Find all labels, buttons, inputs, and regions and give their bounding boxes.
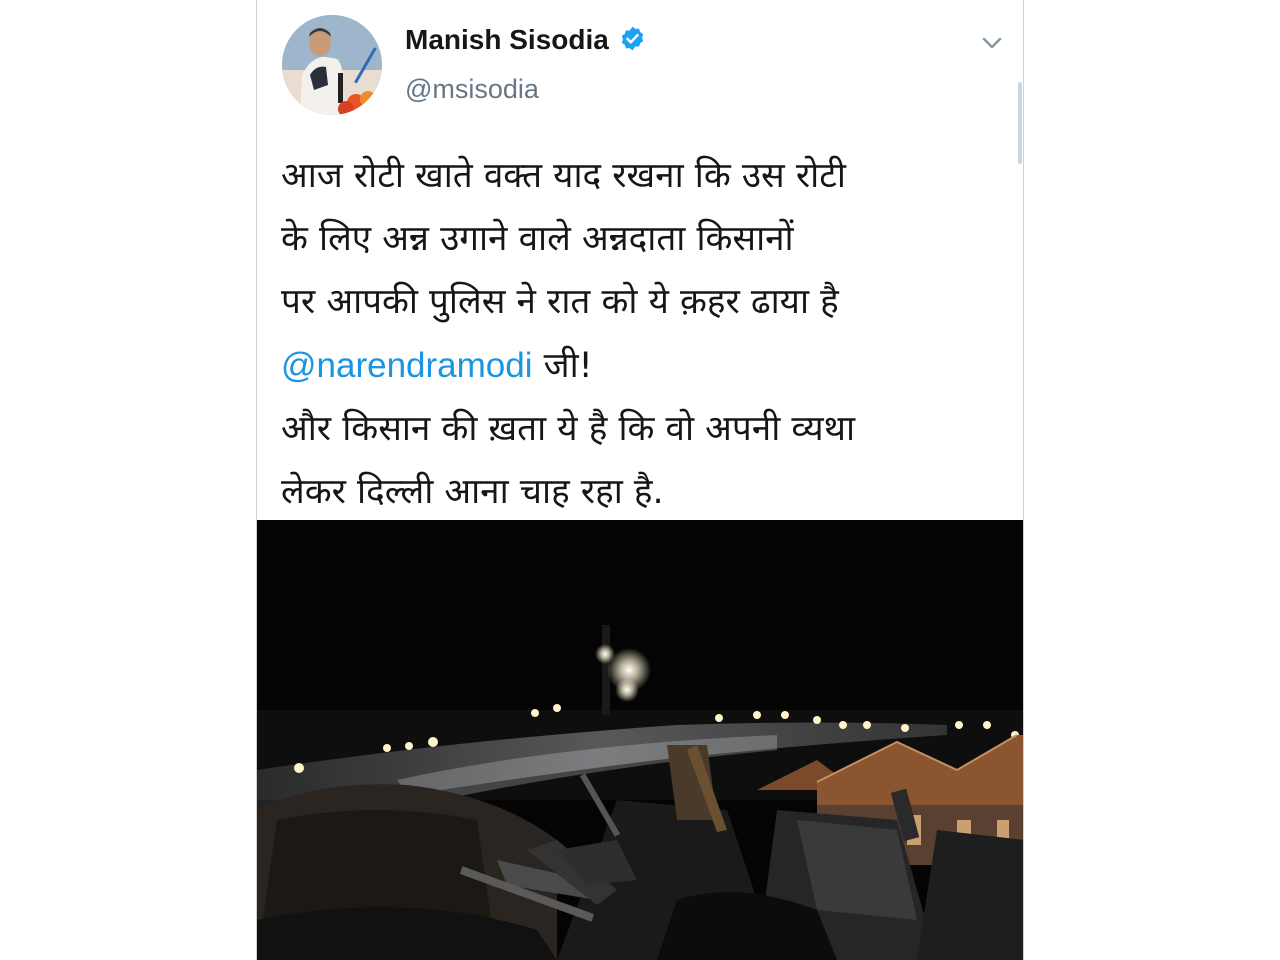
tweet-text-line: आज रोटी खाते वक्त याद रखना कि उस रोटी xyxy=(281,156,846,196)
tweet-text-line: पर आपकी पुलिस ने रात को ये क़हर ढाया है xyxy=(281,282,839,322)
tweet-text: आज रोटी खाते वक्त याद रखना कि उस रोटी के… xyxy=(281,145,981,524)
verified-badge-icon xyxy=(619,25,646,56)
tweet-text-line-mention: @narendramodi जी! xyxy=(281,334,981,398)
tweet-text-line: और किसान की ख़ता ये है कि वो अपनी व्यथा xyxy=(281,409,856,449)
avatar-photo xyxy=(282,15,382,115)
night-scene-image xyxy=(257,520,1023,960)
author-avatar[interactable] xyxy=(282,15,382,115)
tweet-media-photo[interactable] xyxy=(257,520,1023,960)
author-handle[interactable]: @msisodia xyxy=(405,74,539,105)
tweet-header: Manish Sisodia @msisodia xyxy=(257,0,1023,164)
mention-link[interactable]: @narendramodi xyxy=(281,346,533,385)
chevron-down-icon[interactable] xyxy=(979,30,1005,56)
tweet-text-fragment: जी! xyxy=(532,346,593,386)
scrollbar-thumb[interactable] xyxy=(1018,82,1022,164)
tweet-text-line: के लिए अन्न उगाने वाले अन्नदाता किसानों xyxy=(281,219,794,259)
tweet-card: Manish Sisodia @msisodia आज रोटी खाते वक… xyxy=(256,0,1024,960)
author-display-name[interactable]: Manish Sisodia xyxy=(405,24,609,56)
author-name-row: Manish Sisodia xyxy=(405,24,646,56)
tweet-text-line: लेकर दिल्ली आना चाह रहा है. xyxy=(281,472,664,512)
